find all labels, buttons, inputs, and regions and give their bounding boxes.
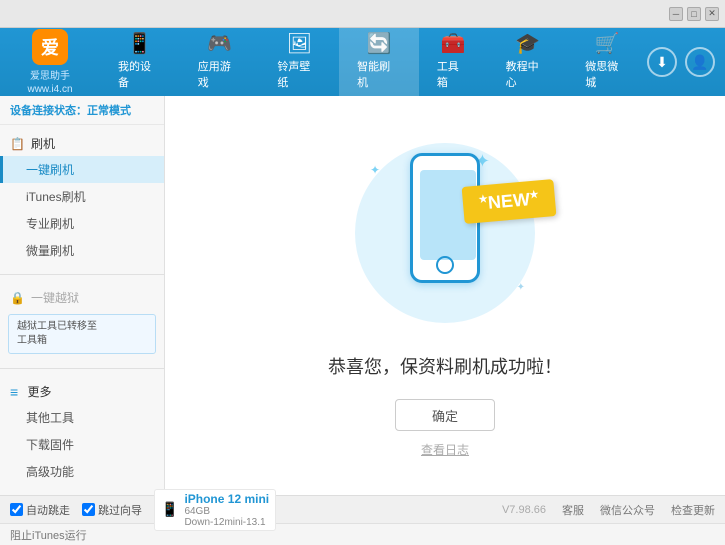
sidebar-item-micro-flash[interactable]: 微量刷机: [0, 237, 164, 264]
sidebar-flash-title[interactable]: 📋 刷机: [0, 131, 164, 156]
header: 爱 爱思助手 www.i4.cn 📱 我的设备 🎮 应用游戏 🖼 铃声壁纸 🔄 …: [0, 28, 725, 96]
nav-tutorial[interactable]: 🎓 教程中心: [488, 28, 568, 96]
sidebar: 设备连接状态：正常模式 📋 刷机 一键刷机 iTunes刷机 专业刷机 微量刷机: [0, 96, 165, 495]
sidebar-item-advanced[interactable]: 高级功能: [0, 458, 164, 485]
skip-wizard-input[interactable]: [82, 503, 95, 516]
nav-smart-flash-label: 智能刷机: [357, 58, 401, 90]
skip-wizard-checkbox[interactable]: 跳过向导: [82, 502, 142, 518]
view-log-link[interactable]: 查看日志: [421, 441, 469, 458]
sidebar-item-pro-flash[interactable]: 专业刷机: [0, 210, 164, 237]
device-info-section: 📱 iPhone 12 mini 64GB Down-12mini-13.1: [154, 489, 276, 531]
more-section-icon: ≡: [10, 384, 18, 400]
nav-toolbox-label: 工具箱: [437, 58, 470, 90]
close-button[interactable]: ✕: [705, 7, 719, 21]
maximize-button[interactable]: □: [687, 7, 701, 21]
flash-section-icon: 📋: [10, 137, 25, 151]
flash-section-label: 刷机: [31, 135, 55, 152]
success-illustration: ✦ ✦ ✦ NEW: [345, 133, 545, 333]
logo-name: 爱思助手: [30, 67, 70, 82]
auto-jump-input[interactable]: [10, 503, 23, 516]
sidebar-item-download-firmware[interactable]: 下载固件: [0, 431, 164, 458]
status-label: 设备连接状态：: [10, 105, 87, 117]
nav-weidian-label: 微思微城: [585, 58, 629, 90]
logo[interactable]: 爱 爱思助手 www.i4.cn: [10, 29, 90, 95]
auto-jump-label: 自动跳走: [26, 502, 70, 518]
nav-ringtone-label: 铃声壁纸: [277, 58, 321, 90]
skip-wizard-label: 跳过向导: [98, 502, 142, 518]
bottom-left: 自动跳走 跳过向导 📱 iPhone 12 mini 64GB Down-12m…: [10, 489, 502, 531]
new-badge: NEW: [462, 179, 557, 224]
toolbox-icon: 🧰: [441, 34, 466, 54]
jailbreak-lock-icon: 🔒: [10, 291, 25, 305]
device-details: iPhone 12 mini 64GB Down-12mini-13.1: [184, 492, 269, 528]
nav-my-device-label: 我的设备: [118, 58, 162, 90]
smart-flash-icon: 🔄: [367, 34, 392, 54]
sidebar-flash-section: 📋 刷机 一键刷机 iTunes刷机 专业刷机 微量刷机: [0, 125, 164, 270]
sidebar-jailbreak-title: 🔒 一键越狱: [0, 285, 164, 310]
device-storage: 64GB: [184, 506, 269, 517]
sidebar-item-one-key-flash[interactable]: 一键刷机: [0, 156, 164, 183]
sidebar-divider-1: [0, 274, 164, 275]
jailbreak-notice: 越狱工具已转移至工具箱: [8, 314, 156, 354]
sparkle-icon-3: ✦: [517, 282, 525, 293]
phone-home-button: [436, 256, 454, 274]
check-update-link[interactable]: 检查更新: [671, 502, 715, 518]
sidebar-divider-2: [0, 368, 164, 369]
version-text: V7.98.66: [502, 504, 546, 516]
ringtone-icon: 🖼: [287, 34, 312, 54]
main-area: 设备连接状态：正常模式 📋 刷机 一键刷机 iTunes刷机 专业刷机 微量刷机: [0, 96, 725, 495]
account-button[interactable]: 👤: [685, 47, 715, 77]
weidian-icon: 🛒: [595, 34, 620, 54]
nav-tutorial-label: 教程中心: [506, 58, 550, 90]
nav-apps-games[interactable]: 🎮 应用游戏: [180, 28, 260, 96]
title-bar: ─ □ ✕: [0, 0, 725, 28]
minimize-button[interactable]: ─: [669, 7, 683, 21]
nav-my-device[interactable]: 📱 我的设备: [100, 28, 180, 96]
connection-status: 设备连接状态：正常模式: [0, 96, 164, 125]
sidebar-item-itunes-flash[interactable]: iTunes刷机: [0, 183, 164, 210]
sidebar-jailbreak-section: 🔒 一键越狱 越狱工具已转移至工具箱: [0, 279, 164, 364]
apps-games-icon: 🎮: [207, 34, 232, 54]
sidebar-item-other-tools[interactable]: 其他工具: [0, 404, 164, 431]
nav-actions: ⬇ 👤: [647, 47, 715, 77]
nav-weidian[interactable]: 🛒 微思微城: [567, 28, 647, 96]
nav-ringtone-wallpaper[interactable]: 🖼 铃声壁纸: [259, 28, 339, 96]
nav-bar: 📱 我的设备 🎮 应用游戏 🖼 铃声壁纸 🔄 智能刷机 🧰 工具箱 🎓 教程中心…: [100, 28, 647, 96]
sidebar-more-section: ≡ 更多 其他工具 下载固件 高级功能: [0, 373, 164, 491]
sparkle-icon-2: ✦: [370, 163, 380, 177]
wechat-public-link[interactable]: 微信公众号: [600, 502, 655, 518]
download-button[interactable]: ⬇: [647, 47, 677, 77]
auto-jump-checkbox[interactable]: 自动跳走: [10, 502, 70, 518]
nav-smart-flash[interactable]: 🔄 智能刷机: [339, 28, 419, 96]
nav-apps-games-label: 应用游戏: [198, 58, 242, 90]
status-value: 正常模式: [87, 105, 131, 117]
stop-itunes-label: 阻止iTunes运行: [10, 527, 87, 543]
bottom-bar: 自动跳走 跳过向导 📱 iPhone 12 mini 64GB Down-12m…: [0, 495, 725, 523]
window-controls[interactable]: ─ □ ✕: [669, 7, 719, 21]
success-message: 恭喜您，保资料刷机成功啦！: [328, 353, 562, 379]
device-phone-icon: 📱: [161, 501, 178, 518]
my-device-icon: 📱: [127, 34, 152, 54]
nav-toolbox[interactable]: 🧰 工具箱: [419, 28, 488, 96]
main-content: ✦ ✦ ✦ NEW 恭喜您，保资料刷机成功啦！ 确定 查看日志: [165, 96, 725, 495]
logo-url: www.i4.cn: [27, 84, 72, 95]
tutorial-icon: 🎓: [515, 34, 540, 54]
sidebar-more-title[interactable]: ≡ 更多: [0, 379, 164, 404]
more-section-label: 更多: [28, 383, 52, 400]
jailbreak-section-label: 一键越狱: [31, 289, 79, 306]
bottom-right: V7.98.66 客服 微信公众号 检查更新: [502, 502, 715, 518]
confirm-button[interactable]: 确定: [395, 399, 495, 431]
device-name: iPhone 12 mini: [184, 492, 269, 506]
customer-service-link[interactable]: 客服: [562, 502, 584, 518]
logo-icon: 爱: [32, 29, 68, 65]
device-model: Down-12mini-13.1: [184, 517, 269, 528]
